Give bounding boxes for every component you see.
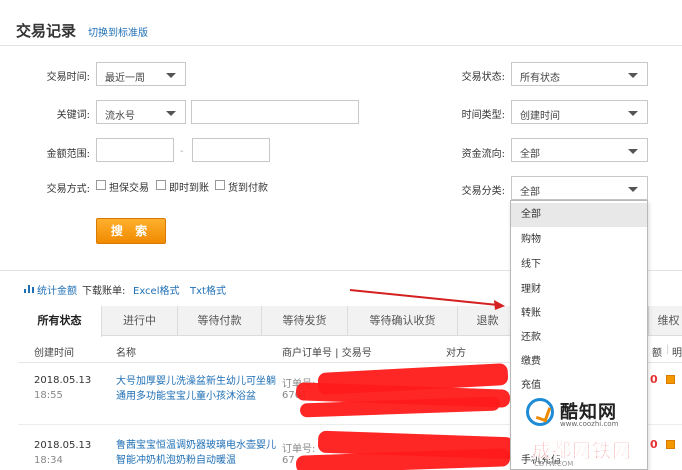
escrow-checkbox[interactable]: [96, 180, 106, 190]
page-title: 交易记录: [16, 22, 77, 40]
dropdown-item-recharge[interactable]: 充值: [511, 374, 647, 398]
trade-time-value: 最近一周: [105, 73, 145, 84]
trade-category-select[interactable]: 全部: [511, 176, 648, 200]
dropdown-item-all[interactable]: 全部: [511, 203, 647, 227]
keyword-type-select[interactable]: 流水号: [96, 100, 186, 124]
download-txt-link[interactable]: Txt格式: [190, 282, 226, 297]
transaction-records-page: 交易记录 切换到标准版 交易时间: 最近一周 关键词: 流水号 金额范围: - …: [0, 0, 682, 470]
cod-checkbox[interactable]: [215, 180, 225, 190]
tab-in-progress[interactable]: 进行中: [102, 306, 178, 336]
header-amount-tail: 额: [652, 348, 662, 359]
tab-refund[interactable]: 退款: [458, 306, 518, 336]
tab-awaiting-shipment[interactable]: 等待发货: [262, 306, 348, 336]
download-label: 下载账单:: [82, 286, 126, 297]
chevron-down-icon: [628, 187, 638, 192]
bar-chart-icon: [24, 285, 34, 293]
fund-flow-select[interactable]: 全部: [511, 138, 648, 162]
header-party: 对方: [446, 348, 466, 359]
trade-status-value: 所有状态: [520, 73, 560, 84]
dropdown-item-repay[interactable]: 还款: [511, 326, 647, 350]
row1-date: 2018.05.13: [34, 375, 92, 386]
cod-checkbox-label: 货到付款: [228, 183, 268, 194]
instant-checkbox-label: 即时到账: [169, 183, 209, 194]
keyword-input[interactable]: [191, 100, 359, 124]
trade-status-select[interactable]: 所有状态: [511, 62, 648, 86]
watermark-cdtw-text: 成都网铁网: [532, 440, 633, 463]
detail-icon[interactable]: [666, 375, 675, 384]
dropdown-item-finance[interactable]: 理财: [511, 278, 647, 302]
chevron-down-icon: [628, 111, 638, 116]
dropdown-item-transfer[interactable]: 转账: [511, 302, 647, 326]
tab-rights[interactable]: 维权: [648, 306, 682, 336]
header-name: 名称: [116, 348, 136, 359]
watermark-cdtw: 成都网铁网 CDTW.COM: [532, 436, 682, 470]
chevron-down-icon: [166, 73, 176, 78]
header-detail-tail: 明: [672, 348, 682, 359]
dropdown-item-offline[interactable]: 线下: [511, 253, 647, 277]
instant-checkbox[interactable]: [156, 180, 166, 190]
chevron-down-icon: [166, 111, 176, 116]
watermark-coozhi-url: www.coozhi.com: [560, 420, 619, 428]
trade-time-label: 交易时间:: [46, 72, 90, 83]
range-dash: -: [180, 146, 184, 157]
row1-time: 18:55: [34, 390, 63, 401]
row2-date: 2018.05.13: [34, 440, 92, 451]
trade-status-label: 交易状态:: [461, 72, 505, 83]
keyword-label: 关键词:: [56, 110, 90, 121]
fund-flow-value: 全部: [520, 149, 540, 160]
row1-amount: 0: [650, 373, 658, 386]
row2-time: 18:34: [34, 455, 63, 466]
title-bar: 交易记录 切换到标准版: [0, 0, 682, 46]
chevron-down-icon: [628, 149, 638, 154]
header-order: 商户订单号 | 交易号: [282, 348, 372, 359]
row2-order-label: 订单号:: [282, 444, 316, 455]
escrow-checkbox-label: 担保交易: [109, 183, 149, 194]
watermark-coozhi: 酷知网 www.coozhi.com: [526, 396, 674, 432]
trade-time-select[interactable]: 最近一周: [96, 62, 186, 86]
tab-all[interactable]: 所有状态: [18, 306, 102, 337]
watermark-cdtw-url: CDTW.COM: [534, 460, 574, 468]
trade-category-label: 交易分类:: [461, 186, 505, 197]
tab-awaiting-receipt[interactable]: 等待确认收货: [348, 306, 458, 336]
row2-name[interactable]: 鲁茜宝宝恒温调奶器玻璃电水壶婴儿智能冲奶机泡奶粉自动暖温: [116, 438, 276, 468]
header-created-time: 创建时间: [34, 348, 74, 359]
amount-range-label: 金额范围:: [46, 149, 90, 160]
trade-method-label: 交易方式:: [46, 184, 90, 195]
stats-amount-label: 统计金额: [37, 286, 77, 297]
time-type-label: 时间类型:: [461, 110, 505, 121]
amount-min-input[interactable]: [96, 138, 174, 162]
dropdown-item-shopping[interactable]: 购物: [511, 228, 647, 252]
row1-name[interactable]: 大号加厚婴儿洗澡盆新生幼儿可坐躺通用多功能宝宝儿童小孩沐浴盆: [116, 374, 276, 404]
switch-standard-link[interactable]: 切换到标准版: [88, 24, 148, 39]
tab-awaiting-payment[interactable]: 等待付款: [178, 306, 262, 336]
trade-category-value: 全部: [520, 187, 540, 198]
download-excel-link[interactable]: Excel格式: [133, 282, 180, 297]
keyword-type-value: 流水号: [105, 111, 135, 122]
row2-trade-prefix: 67: [282, 455, 295, 466]
dropdown-item-bills[interactable]: 缴费: [511, 350, 647, 374]
fund-flow-label: 资金流向:: [461, 149, 505, 160]
time-type-value: 创建时间: [520, 111, 560, 122]
search-button[interactable]: 搜 索: [96, 218, 166, 244]
time-type-select[interactable]: 创建时间: [511, 100, 648, 124]
chevron-down-icon: [628, 73, 638, 78]
coozhi-logo-icon: [526, 398, 554, 426]
amount-max-input[interactable]: [192, 138, 270, 162]
header-divider: |: [666, 344, 670, 355]
